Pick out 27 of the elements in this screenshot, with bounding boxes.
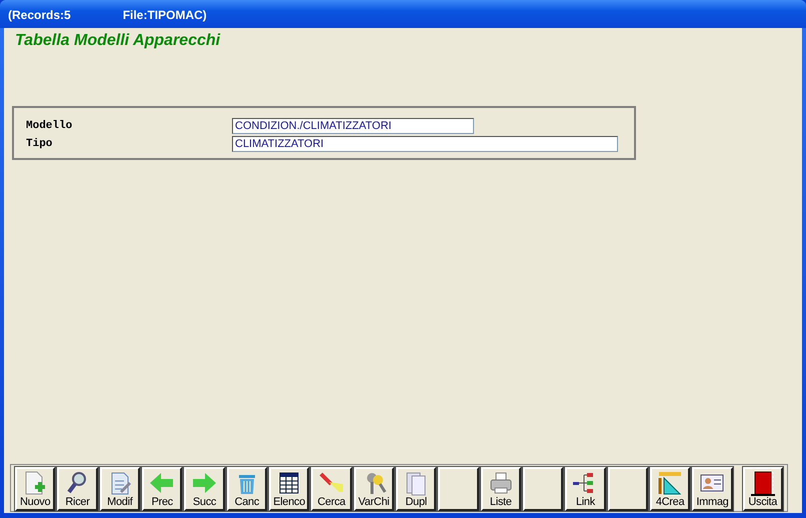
toolbar-button[interactable]: Link [565, 467, 606, 511]
field-label: Tipo [26, 138, 54, 150]
page-heading: Tabella Modelli Apparecchi [15, 32, 220, 50]
toolbar-button[interactable]: 4Crea [650, 467, 690, 511]
toolbar-button[interactable]: Dupl [396, 467, 436, 511]
toolbar-button[interactable]: Succ [184, 467, 225, 511]
input-field[interactable]: CLIMATIZZATORI [232, 136, 618, 152]
right-arrow-icon [190, 470, 218, 496]
toolbar-button[interactable]: Immag [692, 467, 733, 511]
input-field[interactable]: CONDIZION./CLIMATIZZATORI [232, 118, 474, 134]
toolbar-button[interactable]: Prec [142, 467, 182, 511]
empty-button[interactable] [438, 467, 479, 511]
toolbar-button[interactable]: Modif [100, 467, 140, 511]
empty-button[interactable] [522, 467, 564, 511]
toolbar-button[interactable]: VarChi [354, 467, 394, 511]
toolbar-button[interactable]: Liste [480, 467, 521, 511]
toolbar-button[interactable]: Canc [226, 467, 267, 511]
field-label: Modello [26, 120, 74, 132]
toolbar-button[interactable]: Nuovo [15, 467, 56, 511]
empty-button[interactable] [608, 467, 648, 511]
toolbar-button[interactable]: Uscita [742, 467, 783, 511]
toolbar-button[interactable]: Ricer [57, 467, 98, 511]
toolbar-button[interactable]: Cerca [311, 467, 352, 511]
toolbar-button[interactable]: Elenco [268, 467, 310, 511]
window-title: (Records:5 [8, 8, 71, 22]
file-name: File:TIPOMAC) [122, 8, 207, 22]
door-icon [748, 470, 777, 496]
